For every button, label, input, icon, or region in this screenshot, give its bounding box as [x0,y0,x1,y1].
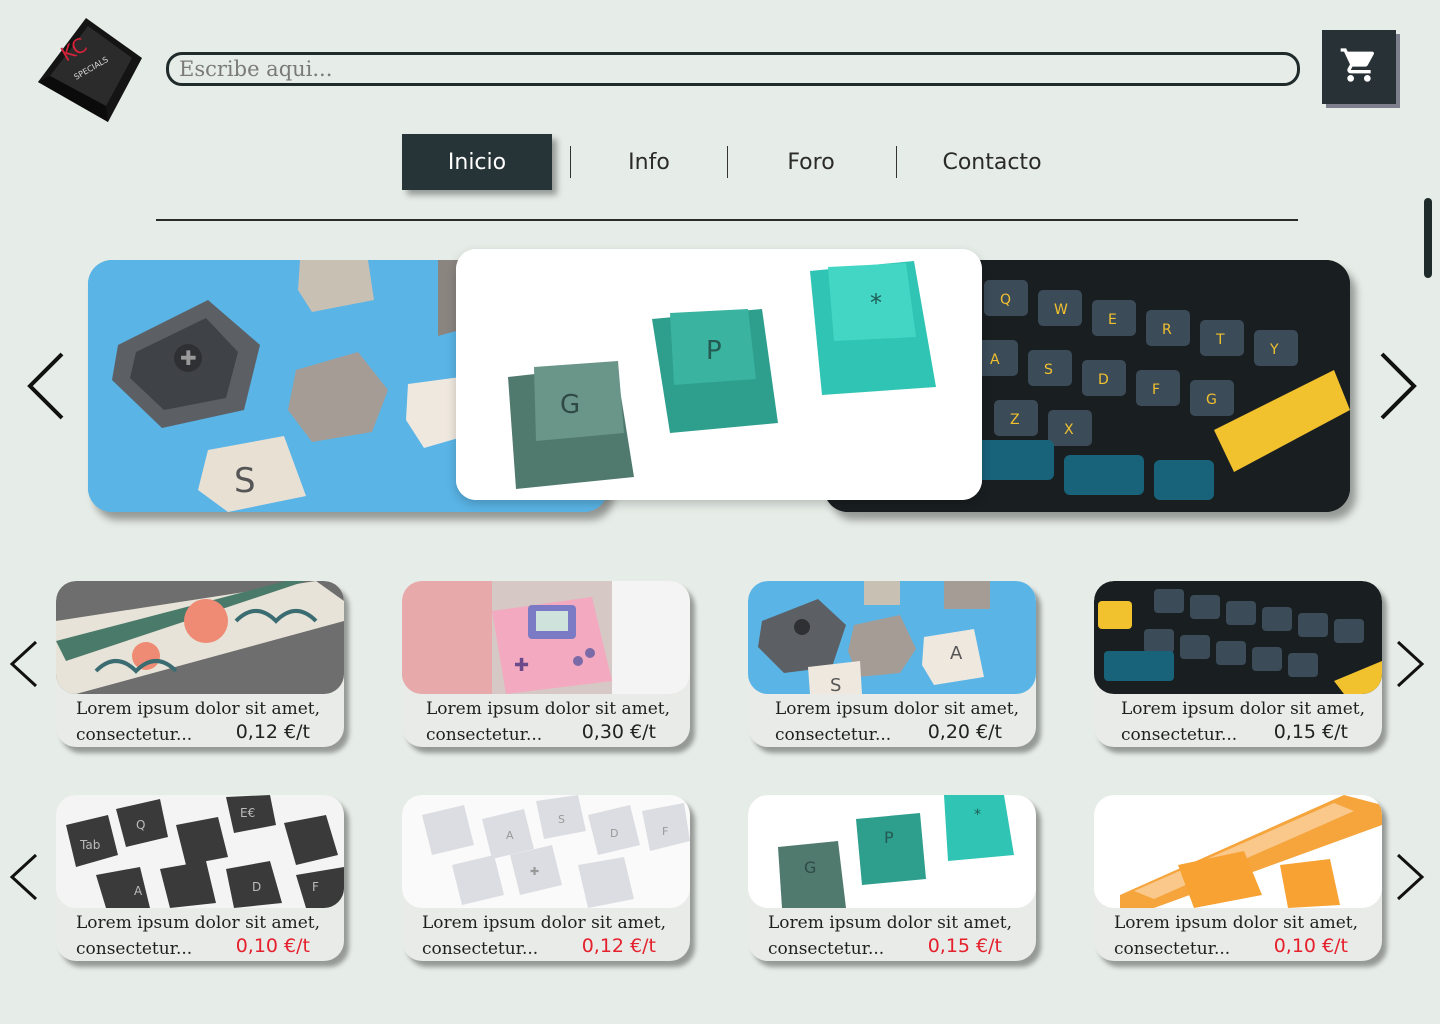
svg-text:F: F [312,880,319,894]
scrollbar[interactable] [1424,198,1432,278]
product-card[interactable]: ASD F ✚ Lorem ipsum dolor sit amet, conse… [402,795,690,961]
product-image [1094,581,1382,694]
svg-text:F: F [662,825,668,838]
nav-separator [896,146,897,178]
product-image: ✚ [402,581,690,694]
product-card[interactable]: Lorem ipsum dolor sit amet, consectetur.… [1094,795,1382,961]
product-card[interactable]: ✚ Lorem ipsum dolor sit amet, consectetu… [402,581,690,747]
svg-text:T: T [1215,332,1225,348]
svg-text:D: D [1098,372,1109,388]
product-price: 0,12 €/t [581,935,656,957]
svg-text:D: D [252,880,261,894]
chevron-right-icon [1380,352,1417,420]
product-price: 0,10 €/t [1273,935,1348,957]
nav-inicio[interactable]: Inicio [402,134,552,190]
product-image: Tab Q E€ A D F [56,795,344,908]
product-price: 0,15 €/t [1273,721,1348,743]
svg-text:X: X [1064,422,1074,438]
svg-text:*: * [974,807,981,823]
cart-icon [1339,45,1379,89]
nav-foro[interactable]: Foro [746,134,876,190]
svg-text:G: G [804,858,816,877]
svg-text:G: G [1206,392,1217,408]
product-image: A S [748,581,1036,694]
product-image [1094,795,1382,908]
product-card[interactable]: Lorem ipsum dolor sit amet, consectetur.… [1094,581,1382,747]
nav-separator [570,146,571,178]
svg-text:F: F [1152,382,1160,398]
row2-prev-button[interactable] [8,853,40,905]
cart-button[interactable] [1322,30,1396,104]
product-price: 0,15 €/t [927,935,1002,957]
svg-text:*: * [870,289,882,317]
product-image: A S D F ✚ [402,795,690,908]
logo[interactable]: KC SPECIALS [36,18,142,124]
svg-text:A: A [506,829,514,842]
svg-text:S: S [558,813,565,826]
chevron-right-icon [1396,640,1425,688]
nav-divider [156,219,1298,221]
svg-text:A: A [134,884,143,898]
svg-text:S: S [830,675,841,694]
product-card[interactable]: Tab Q E€ ADF Lorem ipsum dolor sit amet, c… [56,795,344,961]
chevron-left-icon [9,640,38,688]
svg-text:Tab: Tab [79,838,100,852]
svg-text:Y: Y [1269,342,1279,358]
svg-text:P: P [884,828,894,847]
svg-text:Q: Q [136,818,145,832]
svg-text:S: S [1044,362,1053,378]
svg-text:✚: ✚ [180,346,197,370]
chevron-left-icon [27,352,64,420]
product-card[interactable]: Lorem ipsum dolor sit amet, consectetur.… [56,581,344,747]
product-card[interactable]: A S Lorem ipsum dolor sit amet, consecte… [748,581,1036,747]
chevron-right-icon [1396,853,1425,901]
search-input[interactable] [169,55,1297,83]
svg-text:G: G [560,390,580,420]
product-price: 0,30 €/t [581,721,656,743]
hero-next-button[interactable] [1376,350,1420,426]
nav-contacto[interactable]: Contacto [916,134,1068,190]
svg-text:✚: ✚ [514,655,529,676]
svg-text:D: D [610,827,618,840]
row1-prev-button[interactable] [8,640,40,692]
hero-slide-teal-keycaps[interactable]: G P * [456,249,982,500]
svg-text:Q: Q [1000,292,1011,308]
svg-text:S: S [234,461,256,501]
product-price: 0,12 €/t [235,721,310,743]
chevron-left-icon [9,853,38,901]
svg-text:E€: E€ [240,806,255,820]
svg-text:P: P [706,336,722,366]
product-price: 0,10 €/t [235,935,310,957]
svg-text:A: A [950,643,963,664]
svg-text:W: W [1054,302,1068,318]
product-price: 0,20 €/t [927,721,1002,743]
hero-prev-button[interactable] [24,350,68,426]
search-bar[interactable] [166,52,1300,86]
row1-next-button[interactable] [1394,640,1426,692]
nav-separator [727,146,728,178]
svg-text:Z: Z [1010,412,1020,428]
svg-text:E: E [1108,312,1117,328]
nav-info[interactable]: Info [590,134,708,190]
svg-text:R: R [1162,322,1172,338]
svg-text:A: A [990,352,1000,368]
product-card[interactable]: G P * Lorem ipsum dolor sit amet, consec… [748,795,1036,961]
row2-next-button[interactable] [1394,853,1426,905]
product-image: G P * [748,795,1036,908]
product-image [56,581,344,694]
svg-text:✚: ✚ [530,865,539,878]
